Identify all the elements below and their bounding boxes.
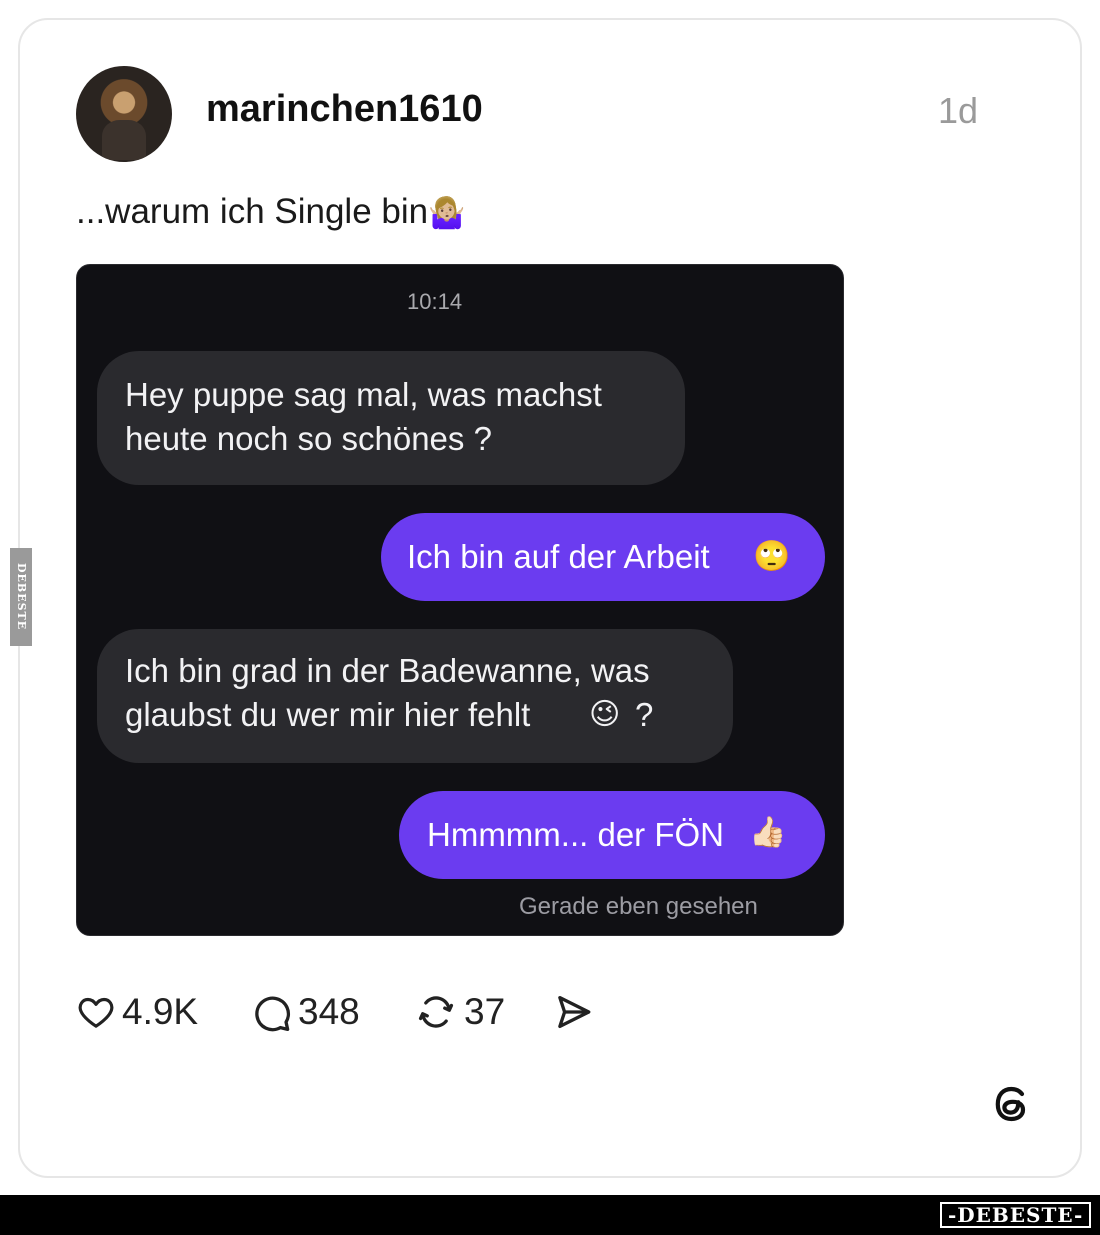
share-button[interactable] [552, 990, 594, 1034]
comment-button[interactable]: 348 [250, 990, 360, 1034]
shrug-emoji-icon: 🤷🏼‍♀️ [428, 197, 466, 230]
message-text-line: Ich bin grad in der Badewanne, was [125, 652, 650, 689]
post-actions: 4.9K 348 37 [76, 990, 636, 1034]
message-bubble-incoming: Hey puppe sag mal, was machst heute noch… [97, 351, 685, 485]
comment-count: 348 [298, 991, 360, 1032]
wink-emoji-icon: 😉 [589, 698, 621, 731]
post-time: 1d [938, 90, 979, 131]
message-bubble-outgoing: Hmmmm... der FÖN 👍🏻 [399, 791, 825, 879]
message-text-line: Ich bin auf der Arbeit [407, 538, 710, 575]
chat-timestamp: 10:14 [407, 289, 463, 314]
message-text-line: heute noch so schönes ? [125, 420, 492, 457]
thumbs-up-emoji-icon: 👍🏻 [749, 816, 787, 849]
side-watermark: DEBESTE [10, 548, 32, 646]
message-text-line: Hey puppe sag mal, was machst [125, 376, 602, 413]
send-icon [552, 991, 594, 1033]
username[interactable]: marinchen1610 [206, 88, 483, 131]
caption-text: ...warum ich Single bin [76, 192, 429, 231]
repost-count: 37 [464, 991, 506, 1032]
like-button[interactable]: 4.9K [76, 990, 198, 1034]
footer-bar: -DEBESTE- [0, 1195, 1100, 1235]
like-count: 4.9K [122, 991, 199, 1032]
message-bubble-outgoing: Ich bin auf der Arbeit 🙄 [381, 513, 825, 601]
repost-button[interactable]: 37 [414, 990, 505, 1034]
comment-bubble-icon [250, 991, 292, 1033]
seen-status: Gerade eben gesehen [519, 893, 758, 920]
threads-logo-icon [988, 1080, 1036, 1128]
eye-roll-emoji-icon: 🙄 [753, 540, 791, 573]
repost-icon [414, 991, 458, 1033]
avatar[interactable] [76, 66, 172, 162]
watermark-logo: -DEBESTE- [940, 1202, 1092, 1228]
message-text-suffix: ? [635, 696, 654, 733]
heart-icon [76, 992, 116, 1032]
message-text-line: glaubst du wer mir hier fehlt [125, 696, 531, 733]
message-bubble-incoming: Ich bin grad in der Badewanne, was glaub… [97, 629, 733, 763]
post-caption: ...warum ich Single bin🤷🏼‍♀️ [76, 192, 465, 232]
chat-screenshot-image[interactable]: 10:14 Hey puppe sag mal, was machst heut… [76, 264, 844, 936]
message-text-line: Hmmmm... der FÖN [427, 816, 724, 853]
